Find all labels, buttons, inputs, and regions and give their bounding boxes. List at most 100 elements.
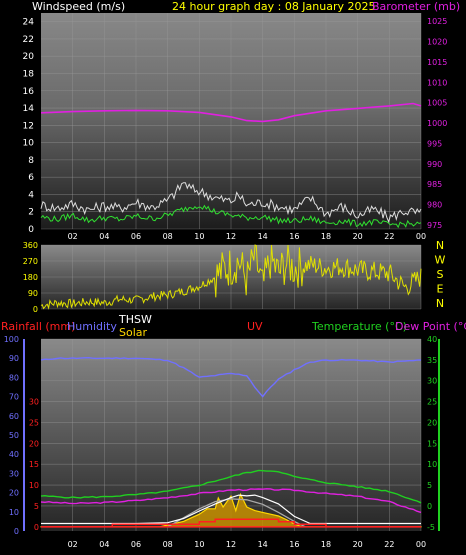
time-tick-label: 22	[384, 232, 394, 241]
humidity-tick-label: 10	[9, 508, 19, 517]
barometer-tick-label: 995	[427, 139, 442, 148]
windspeed-tick-label: 16	[23, 87, 35, 97]
time-tick-label: 12	[226, 540, 236, 549]
time-tick-label: 08	[163, 540, 173, 549]
barometer-tick-label: 1010	[427, 78, 447, 87]
time-tick-label: 02	[68, 232, 78, 241]
direction-panel: 090180270360 NWSEN	[23, 239, 446, 314]
time-tick-label: 04	[99, 232, 109, 241]
legend-thsw: THSW	[118, 313, 152, 326]
temperature-tick-label: 20	[427, 418, 437, 427]
temperature-time-axis: 02 04 06 08 10 12 14 16 18 20 22 00	[68, 540, 427, 549]
compass-axis: NWSEN	[435, 239, 446, 310]
legend-solar: Solar	[119, 326, 148, 339]
windspeed-tick-label: 4	[28, 190, 34, 200]
compass-tick-label: N	[436, 297, 444, 310]
time-tick-label: 06	[131, 540, 141, 549]
humidity-tick-label: 60	[9, 412, 19, 421]
time-tick-label: 04	[99, 540, 109, 549]
temperature-tick-label: 10	[427, 460, 437, 469]
humidity-tick-label: 70	[9, 393, 19, 402]
barometer-tick-label: 975	[427, 221, 442, 230]
legend-rainfall: Rainfall (mm)	[1, 320, 75, 333]
wind-time-axis: 02 04 06 08 10 12 14 16 18 20 22 00	[68, 232, 427, 241]
time-tick-label: 00	[416, 540, 426, 549]
humidity-tick-label: 90	[9, 354, 19, 363]
time-tick-label: 22	[384, 540, 394, 549]
time-tick-label: 06	[131, 232, 141, 241]
time-tick-label: 00	[416, 232, 426, 241]
compass-tick-label: N	[436, 239, 444, 252]
humidity-axis: 0 10 20 30 40 50 60 70 80 90 100	[4, 335, 25, 536]
time-tick-label: 18	[321, 232, 331, 241]
windspeed-tick-label: 22	[23, 35, 34, 45]
rainfall-axis: 0 5 10 15 20 25 30	[29, 398, 39, 532]
time-tick-label: 10	[194, 232, 204, 241]
legend-temperature: Temperature (°C)	[311, 320, 407, 333]
temperature-tick-label: 0	[427, 502, 432, 511]
direction-degree-axis: 0 90 180 270 360	[23, 241, 38, 314]
rainfall-tick-label: 25	[29, 418, 39, 427]
compass-tick-label: W	[435, 254, 446, 267]
temperature-panel: 0 10 20 30 40 50 60 70 80 90 100 0 5 10 15 20 25 30 -5 0 5…	[1, 313, 466, 549]
temperature-tick-label: 15	[427, 439, 437, 448]
humidity-tick-label: 20	[9, 489, 19, 498]
time-tick-label: 10	[194, 540, 204, 549]
temperature-tick-label: 35	[427, 356, 437, 365]
time-tick-label: 08	[163, 232, 173, 241]
windspeed-tick-label: 10	[23, 139, 35, 149]
windspeed-tick-label: 12	[23, 121, 34, 131]
rainfall-tick-label: 5	[34, 502, 39, 511]
barometer-axis-label: Barometer (mb)	[372, 0, 460, 13]
direction-degree-tick-label: 180	[23, 273, 38, 282]
time-tick-label: 16	[289, 232, 299, 241]
humidity-tick-label: 100	[4, 335, 19, 344]
windspeed-tick-label: 14	[23, 104, 35, 114]
direction-degree-tick-label: 90	[28, 289, 38, 298]
windspeed-tick-label: 20	[23, 52, 35, 62]
barometer-tick-label: 990	[427, 160, 442, 169]
windspeed-tick-label: 24	[23, 18, 35, 28]
compass-tick-label: E	[437, 283, 444, 296]
temperature-tick-label: 30	[427, 377, 437, 386]
humidity-tick-label: 0	[14, 527, 19, 536]
wind-panel: 024681012141618202224 975980985990995100…	[23, 0, 461, 241]
time-tick-label: 16	[289, 540, 299, 549]
direction-degree-tick-label: 360	[23, 241, 38, 250]
barometer-axis: 975 980 985 990 995 1000 1005 1010 1015 1020 1025	[427, 17, 447, 230]
rainfall-tick-label: 30	[29, 398, 39, 407]
temperature-tick-label: 40	[427, 335, 437, 344]
humidity-tick-label: 30	[9, 469, 19, 478]
barometer-tick-label: 1000	[427, 119, 447, 128]
barometer-tick-label: 1020	[427, 38, 447, 47]
windspeed-tick-label: 0	[28, 225, 34, 235]
time-tick-label: 20	[353, 232, 363, 241]
windspeed-tick-label: 8	[28, 156, 34, 166]
time-tick-label: 12	[226, 232, 236, 241]
chart-title: 24 hour graph day : 08 January 2025	[172, 0, 376, 13]
rainfall-tick-label: 15	[29, 460, 39, 469]
legend-humidity: Humidity	[67, 320, 117, 333]
time-tick-label: 14	[258, 232, 268, 241]
windspeed-tick-label: 18	[23, 69, 35, 79]
time-tick-label: 14	[258, 540, 268, 549]
rainfall-tick-label: 10	[29, 481, 39, 490]
time-tick-label: 20	[353, 540, 363, 549]
rainfall-tick-label: 20	[29, 439, 39, 448]
weather-dashboard: 024681012141618202224 975980985990995100…	[1, 0, 466, 549]
direction-degree-tick-label: 0	[33, 305, 38, 314]
barometer-tick-label: 985	[427, 180, 442, 189]
windspeed-axis-label: Windspeed (m/s)	[32, 0, 125, 13]
compass-tick-label: S	[437, 268, 444, 281]
temperature-tick-label: -5	[427, 523, 435, 532]
direction-degree-tick-label: 270	[23, 257, 38, 266]
windspeed-tick-label: 6	[28, 173, 34, 183]
temperature-tick-label: 25	[427, 398, 437, 407]
legend-dewpoint: Dew Point (°C)	[395, 320, 466, 333]
temperature-axis: -5 0 5 10 15 20 25 30 35 40	[427, 335, 440, 532]
windspeed-tick-label: 2	[28, 208, 34, 218]
windspeed-axis: 024681012141618202224	[23, 18, 35, 235]
time-tick-label: 18	[321, 540, 331, 549]
barometer-tick-label: 1025	[427, 17, 447, 26]
legend-uv: UV	[247, 320, 263, 333]
